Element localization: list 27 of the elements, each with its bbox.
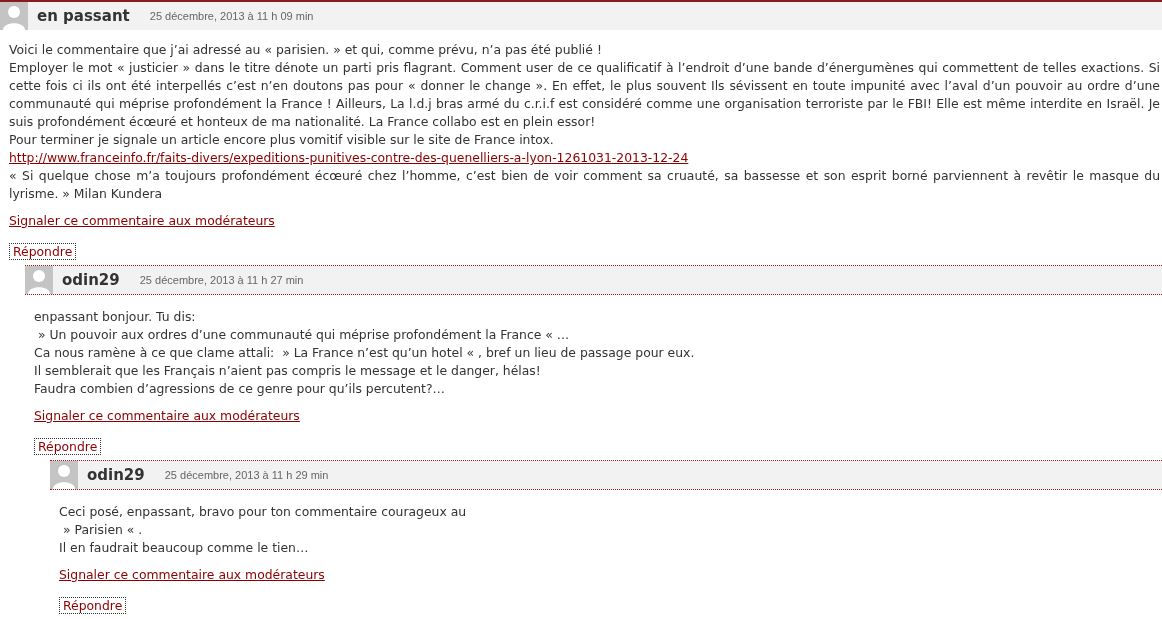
- comment-text: » Un pouvoir aux ordres d’une communauté qui méprise profondément la France « …: [36, 326, 571, 344]
- avatar-icon: [25, 266, 53, 294]
- report-link[interactable]: Signaler ce commentaire aux modérateurs: [59, 567, 325, 582]
- comment-text: Faudra combien d’agressions de ce genre pour qu’ils percutent?…: [34, 380, 446, 398]
- comment-text: » Parisien « .: [61, 521, 144, 539]
- comment-text: Employer le mot « justicier » dans le titre dénote un parti pris flagrant. Comment user de ce qualificatif à l’endroit d’une bande d’énergumènes qui commettent de telles exactions. Si cette fois ci ils ont été interpellés c’est n’en doutons pas pour « donner le change ». En effet, le plus souvent Ils sévissent en toute impunité avec l’aval d’un pouvoir au ordre d’une communauté qui méprise profondément la France ! Ailleurs, La l.d.j bras armé du c.r.i.f est considéré comme une organisation terroriste par le FBI! Elle est même interdite en Israël. Je suis profondément écœuré et honteux de ma nationalité. La France collabo est en plein essor!: [9, 59, 1160, 131]
- reply-button[interactable]: Répondre: [59, 597, 127, 614]
- comment-text: Il en faudrait beaucoup comme le tien…: [59, 539, 310, 557]
- comment-text: Il semblerait que les Français n’aient pas compris le message et le danger, hélas!: [34, 362, 542, 380]
- author-name: odin29: [87, 464, 145, 486]
- reply-button[interactable]: Répondre: [34, 438, 102, 455]
- comment-date: 25 décembre, 2013 à 11 h 09 min: [149, 8, 314, 24]
- comment-date: 25 décembre, 2013 à 11 h 27 min: [139, 272, 304, 288]
- comment-text: « Si quelque chose m’a toujours profondément écœuré chez l’homme, c’est bien de voir comment sa cruauté, sa bassesse et son esprit borné parviennent à revêtir le masque du lyrisme. » Milan Kundera: [9, 167, 1160, 203]
- report-link[interactable]: Signaler ce commentaire aux modérateurs: [9, 213, 275, 228]
- comment-text: Pour terminer je signale un article encore plus vomitif visible sur le site de France intox.: [9, 131, 555, 149]
- comment-text: enpassant bonjour. Tu dis:: [34, 308, 197, 326]
- report-link[interactable]: Signaler ce commentaire aux modérateurs: [34, 408, 300, 423]
- comment-date: 25 décembre, 2013 à 11 h 29 min: [164, 467, 329, 483]
- comment-text: Ca nous ramène à ce que clame attali: » La France n’est qu’un hotel « , bref un lieu de passage pour eux.: [34, 344, 696, 362]
- comment-text: Ceci posé, enpassant, bravo pour ton commentaire courageux au: [59, 503, 468, 521]
- author-name: en passant: [37, 5, 130, 27]
- comment-text: Voici le commentaire que j’ai adressé au « parisien. » et qui, comme prévu, n’a pas été publié !: [9, 41, 603, 59]
- article-link[interactable]: http://www.franceinfo.fr/faits-divers/expeditions-punitives-contre-des-quenelliers-a-lyon-1261031-2013-12-24: [9, 150, 689, 165]
- avatar-icon: [50, 461, 78, 489]
- reply-button[interactable]: Répondre: [9, 243, 77, 260]
- author-name: odin29: [62, 269, 120, 291]
